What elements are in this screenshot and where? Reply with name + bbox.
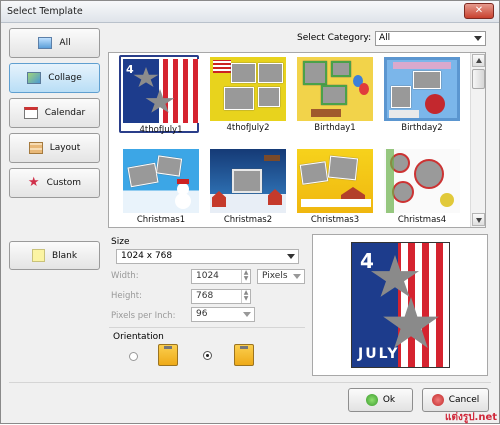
title-bar: Select Template ✕ [1, 1, 499, 23]
template-name: Birthday2 [401, 123, 443, 133]
star-icon: ★ [27, 175, 40, 190]
layout-icon [28, 142, 43, 154]
arrow-down-icon [476, 218, 482, 223]
width-stepper[interactable]: ▲ ▼ [241, 270, 250, 283]
template-thumbnail [210, 149, 286, 213]
scroll-up-button[interactable] [472, 54, 485, 67]
size-label: Size [111, 237, 130, 247]
size-preset-select[interactable]: 1024 x 768 [116, 249, 299, 264]
ok-label: Ok [382, 395, 396, 405]
template-name: Christmas1 [136, 215, 186, 225]
sidebar-item-label: Layout [49, 143, 81, 153]
cancel-icon [431, 394, 444, 406]
template-item-christmas4[interactable]: Christmas4 [382, 147, 462, 225]
portrait-radio[interactable] [129, 352, 138, 361]
all-icon [38, 37, 53, 49]
sidebar-item-all[interactable]: All [9, 28, 100, 58]
template-thumbnail: 4 [123, 59, 199, 123]
arrow-up-icon [476, 58, 482, 63]
sidebar-item-label: Calendar [44, 108, 86, 118]
chevron-down-icon [243, 312, 251, 317]
landscape-radio[interactable] [203, 351, 212, 360]
template-name: Christmas2 [223, 215, 273, 225]
collage-icon [27, 72, 42, 84]
sidebar-item-label: All [59, 38, 71, 48]
chevron-down-icon [474, 36, 482, 41]
sidebar-item-layout[interactable]: Layout [9, 133, 100, 163]
template-name: Christmas4 [397, 215, 447, 225]
sidebar-item-collage[interactable]: Collage [9, 63, 100, 93]
cancel-button[interactable]: Cancel [422, 388, 489, 412]
ppi-value: 96 [196, 309, 208, 319]
watermark: แต่งรูป.net [445, 412, 498, 423]
template-name: 4thofJuly1 [139, 125, 183, 135]
height-label: Height: [111, 291, 142, 301]
footer-divider [9, 382, 491, 383]
width-field[interactable]: 1024 ▲ ▼ [191, 269, 251, 284]
sidebar-item-label: Collage [48, 73, 82, 83]
width-value: 1024 [196, 271, 219, 281]
check-icon [365, 394, 378, 406]
height-field[interactable]: 768 ▲ ▼ [191, 289, 251, 304]
orientation-label: Orientation [113, 332, 164, 342]
cancel-label: Cancel [448, 395, 480, 405]
template-name: Christmas3 [310, 215, 360, 225]
template-item-christmas2[interactable]: Christmas2 [208, 147, 288, 225]
category-select[interactable]: All [375, 31, 486, 46]
size-preset-value: 1024 x 768 [121, 251, 173, 261]
template-preview: 4 JULY [312, 234, 488, 376]
unit-value: Pixels [262, 271, 288, 281]
template-item-4thofjuly2[interactable]: 4thofJuly2 [208, 55, 288, 133]
template-thumbnail [384, 57, 460, 121]
template-item-christmas1[interactable]: Christmas1 [121, 147, 201, 225]
portrait-orientation-icon [158, 344, 178, 366]
sidebar-item-label: Blank [51, 250, 78, 261]
width-label: Width: [111, 271, 139, 281]
scroll-thumb[interactable] [472, 69, 485, 89]
scroll-down-button[interactable] [472, 213, 485, 226]
template-name: Birthday1 [314, 123, 356, 133]
sidebar-item-custom[interactable]: ★ Custom [9, 168, 100, 198]
height-stepper[interactable]: ▲ ▼ [241, 290, 250, 303]
category-label: Select Category: [297, 33, 372, 43]
unit-select[interactable]: Pixels [257, 269, 305, 284]
preview-image: 4 JULY [351, 242, 450, 368]
ok-button[interactable]: Ok [348, 388, 413, 412]
close-button[interactable]: ✕ [464, 3, 494, 19]
chevron-down-icon [293, 274, 301, 279]
height-value: 768 [196, 291, 214, 301]
ppi-label: Pixels per Inch: [111, 311, 176, 321]
template-thumbnail [210, 57, 286, 121]
template-thumbnail [123, 149, 199, 213]
template-grid: 4 4thofJuly1 4thofJuly2 Birthday1 Birthd… [108, 52, 486, 228]
divider [109, 327, 305, 328]
template-item-birthday2[interactable]: Birthday2 [382, 55, 462, 133]
window-title: Select Template [7, 6, 83, 17]
select-template-dialog: Select Template ✕ All Collage Calendar L… [0, 0, 500, 424]
template-item-christmas3[interactable]: Christmas3 [295, 147, 375, 225]
landscape-orientation-icon [234, 344, 254, 366]
template-item-4thofjuly1[interactable]: 4 4thofJuly1 [119, 55, 199, 135]
sidebar-item-label: Custom [46, 178, 82, 188]
calendar-icon [23, 107, 38, 119]
blank-icon [31, 249, 45, 262]
close-icon: ✕ [474, 5, 484, 16]
template-thumbnail [297, 57, 373, 121]
category-value: All [379, 33, 391, 43]
sidebar-item-blank[interactable]: Blank [9, 241, 100, 270]
template-thumbnail [384, 149, 460, 213]
template-item-birthday1[interactable]: Birthday1 [295, 55, 375, 133]
template-scrollbar[interactable] [470, 53, 485, 227]
chevron-down-icon [287, 254, 295, 259]
sidebar-item-calendar[interactable]: Calendar [9, 98, 100, 128]
template-name: 4thofJuly2 [226, 123, 270, 133]
ppi-select[interactable]: 96 [191, 307, 255, 322]
template-thumbnail [297, 149, 373, 213]
